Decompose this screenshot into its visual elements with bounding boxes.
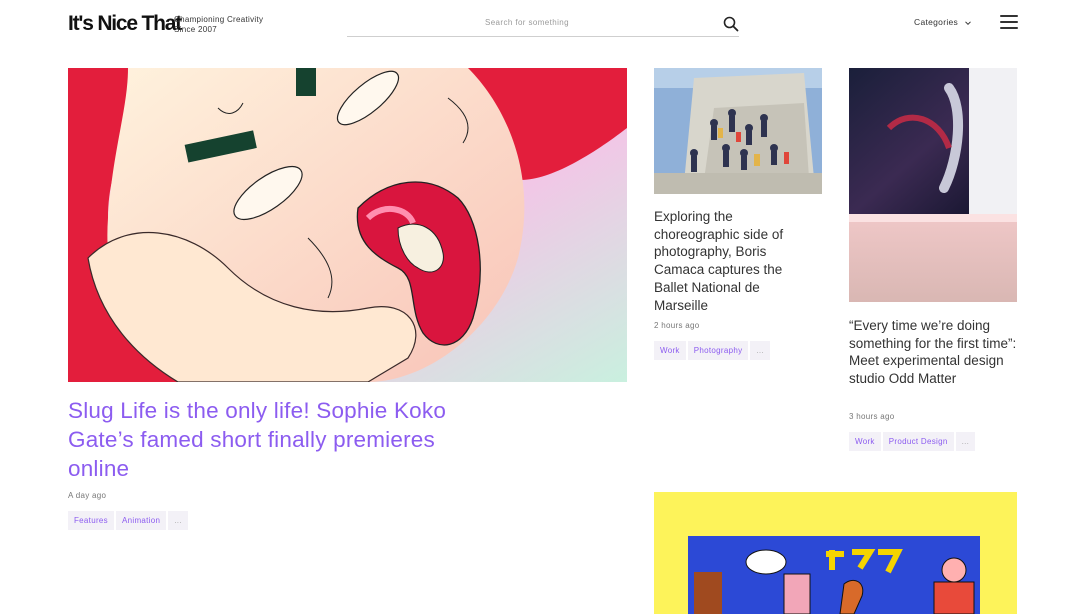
hero-tags: Features Animation ...	[68, 511, 190, 530]
tag-more[interactable]: ...	[955, 432, 976, 451]
card2-timestamp: 3 hours ago	[849, 412, 895, 421]
hero-illustration	[68, 68, 627, 382]
card1-photo	[654, 68, 822, 194]
promo-image[interactable]	[654, 492, 1017, 614]
chevron-down-icon	[964, 21, 971, 25]
categories-dropdown[interactable]: Categories	[914, 17, 972, 27]
search-input[interactable]	[347, 18, 707, 27]
hamburger-menu-icon[interactable]	[1000, 15, 1018, 31]
site-tagline: Championing Creativity Since 2007	[174, 15, 263, 35]
search-bar	[347, 12, 739, 37]
tagline-line-2: Since 2007	[174, 25, 218, 34]
tag-features[interactable]: Features	[68, 511, 114, 530]
card2-photo	[849, 68, 1017, 302]
card1-tags: Work Photography ...	[654, 341, 772, 360]
hero-article-title[interactable]: Slug Life is the only life! Sophie Koko …	[68, 396, 448, 483]
tag-work[interactable]: Work	[849, 432, 881, 451]
tag-work[interactable]: Work	[654, 341, 686, 360]
site-header: It's Nice That Championing Creativity Si…	[0, 0, 1080, 50]
tagline-line-1: Championing Creativity	[174, 15, 264, 24]
hero-image[interactable]	[68, 68, 627, 382]
tag-more[interactable]: ...	[168, 511, 188, 530]
card2-image[interactable]	[849, 68, 1017, 302]
tag-photography[interactable]: Photography	[687, 341, 749, 360]
tag-product-design[interactable]: Product Design	[882, 432, 954, 451]
tag-more[interactable]: ...	[750, 341, 770, 360]
search-icon[interactable]	[723, 16, 739, 32]
promo-illustration	[654, 492, 1017, 614]
hero-timestamp: A day ago	[68, 491, 107, 500]
card2-title[interactable]: “Every time we’re doing something for th…	[849, 317, 1017, 388]
card2-tags: Work Product Design ...	[849, 432, 977, 451]
site-logo[interactable]: It's Nice That	[68, 12, 182, 36]
card1-image[interactable]	[654, 68, 822, 194]
tag-animation[interactable]: Animation	[115, 511, 167, 530]
card1-title[interactable]: Exploring the choreographic side of phot…	[654, 208, 814, 314]
card1-timestamp: 2 hours ago	[654, 321, 700, 330]
categories-label: Categories	[914, 17, 959, 27]
